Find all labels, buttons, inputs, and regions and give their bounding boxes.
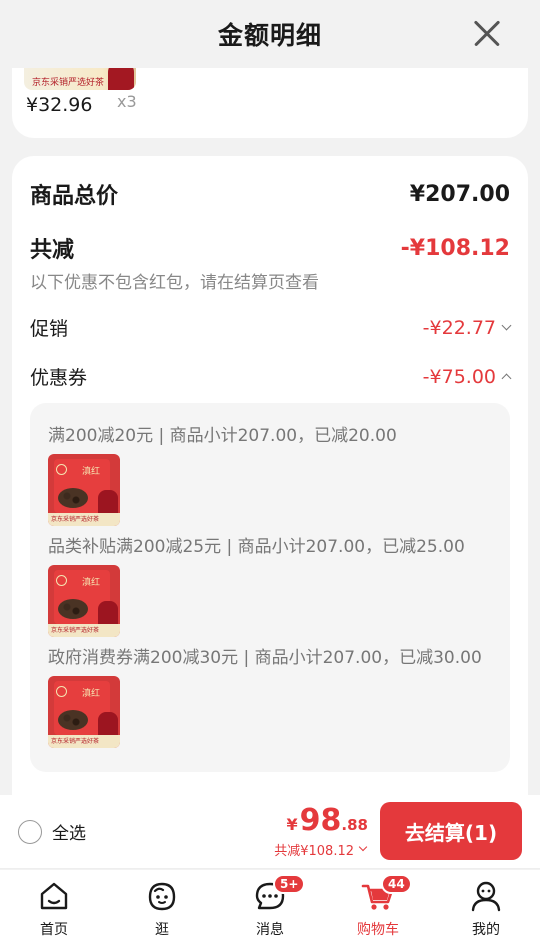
tab-cart[interactable]: 44 购物车: [324, 870, 432, 944]
coupon-detail-list: 满200减20元 | 商品小计207.00，已减20.00 滇红 京东采销严选好…: [30, 403, 510, 772]
strip-text: 京东采销严选好茶: [51, 516, 100, 523]
coupon-label: 优惠券: [30, 367, 88, 389]
coupon-title: 满200减20元 | 商品小计207.00，已减20.00: [48, 426, 397, 446]
tab-label: 我的: [472, 922, 500, 938]
tea-leaves-image: [58, 599, 88, 619]
thumbnail-strip: 京东采销严选好茶: [48, 735, 120, 748]
chevron-down-icon[interactable]: [501, 320, 512, 330]
coupon-title: 政府消费券满200减30元 | 商品小计207.00，已减30.00: [48, 648, 482, 668]
strip-text: 京东采销严选好茶: [51, 627, 100, 634]
price-integer: 98: [299, 803, 342, 838]
tab-label: 消息: [256, 922, 284, 938]
tab-label: 逛: [155, 922, 169, 938]
tea-leaves-image: [58, 710, 88, 730]
saved-amount: 共减¥108.12: [274, 844, 354, 859]
cart-icon: 44: [361, 874, 412, 913]
thumbnail-strip: 京东采销严选好茶: [48, 624, 120, 637]
brand-text: 滇红: [82, 578, 101, 588]
message-icon: 5+: [253, 874, 306, 913]
total-label: 商品总价: [30, 184, 119, 209]
chevron-up-icon[interactable]: [501, 373, 512, 384]
discount-label: 共减: [30, 238, 75, 263]
promo-row[interactable]: 促销 -¥22.77: [30, 314, 512, 341]
discount-row: 共减 -¥108.12: [30, 232, 510, 264]
checkout-bar: 全选 ¥ 98 .88 共减¥108.12 去结算(1): [0, 795, 540, 869]
product-thumbnail[interactable]: 滇红 京东采销严选好茶: [48, 676, 120, 748]
thumbnail-text: 京东采销严选好茶: [32, 78, 105, 88]
tab-browse[interactable]: 逛: [108, 870, 216, 944]
select-all-label: 全选: [52, 824, 86, 844]
product-thumbnail[interactable]: 滇红 京东采销严选好茶: [48, 454, 120, 526]
strip-text: 京东采销严选好茶: [51, 738, 100, 745]
page-title: 金额明细: [217, 21, 322, 50]
browse-face-icon: [145, 879, 179, 913]
tab-label: 首页: [40, 922, 68, 938]
bottom-tab-bar: 首页 逛 5+ 消息 44 购物车 我的: [0, 870, 540, 944]
price-summary-card: 商品总价 ¥207.00 共减 -¥108.12 以下优惠不包含红包，请在结算页…: [12, 156, 528, 806]
product-thumbnail[interactable]: 滇红 京东采销严选好茶: [48, 565, 120, 637]
cart-badge: 44: [381, 874, 412, 894]
discount-note: 以下优惠不包含红包，请在结算页查看: [30, 273, 319, 293]
product-quantity: x3: [117, 92, 137, 111]
saved-amount-toggle[interactable]: 共减¥108.12: [274, 840, 368, 859]
tea-leaves-image: [58, 488, 88, 508]
select-all-toggle[interactable]: 全选: [18, 819, 86, 844]
tab-profile[interactable]: 我的: [432, 870, 540, 944]
tab-messages[interactable]: 5+ 消息: [216, 870, 324, 944]
amount-detail-page: 金额明细 京东采销严选好茶 ¥32.96 x3 商品总价 ¥207.00 共减 …: [0, 0, 540, 944]
brand-text: 滇红: [82, 689, 101, 699]
promo-value-group: -¥22.77: [422, 316, 512, 339]
chevron-down-icon: [358, 842, 368, 852]
checkout-button[interactable]: 去结算(1): [380, 802, 522, 860]
tab-label: 购物车: [357, 922, 399, 938]
total-payable: ¥ 98 .88: [287, 803, 368, 838]
brand-badge-icon: [56, 575, 67, 586]
product-card: 京东采销严选好茶 ¥32.96 x3: [12, 68, 528, 138]
total-value: ¥207.00: [409, 181, 510, 207]
thumbnail-person: [108, 68, 134, 90]
product-price: ¥32.96: [26, 94, 93, 116]
coupon-value-group: -¥75.00: [422, 365, 512, 388]
coupon-row[interactable]: 优惠券 -¥75.00: [30, 363, 512, 390]
tab-home[interactable]: 首页: [0, 870, 108, 944]
home-icon: [37, 879, 71, 913]
message-badge: 5+: [273, 874, 306, 894]
close-icon[interactable]: [472, 18, 502, 48]
profile-icon: [469, 879, 503, 913]
brand-badge-icon: [56, 686, 67, 697]
select-all-radio[interactable]: [18, 819, 42, 844]
discount-value: -¥108.12: [400, 235, 510, 261]
total-row: 商品总价 ¥207.00: [30, 178, 510, 210]
currency-symbol: ¥: [286, 815, 298, 834]
promo-value: -¥22.77: [422, 316, 496, 339]
promo-label: 促销: [30, 318, 69, 340]
thumbnail-strip: 京东采销严选好茶: [48, 513, 120, 526]
product-thumbnail[interactable]: 京东采销严选好茶: [24, 68, 136, 90]
brand-text: 滇红: [82, 467, 101, 477]
header: 金额明细: [0, 0, 540, 68]
price-decimal: .88: [341, 816, 368, 834]
coupon-value: -¥75.00: [422, 365, 496, 388]
brand-badge-icon: [56, 464, 67, 475]
coupon-title: 品类补贴满200减25元 | 商品小计207.00，已减25.00: [48, 537, 465, 557]
